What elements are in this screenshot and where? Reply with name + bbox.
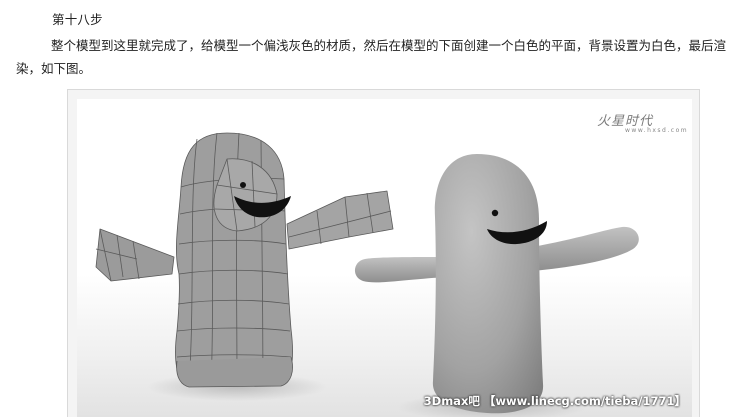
credit-watermark: 3Dmax吧 【www.linecg.com/tieba/1771】 (423, 394, 686, 408)
step-title: 第十八步 (52, 12, 103, 27)
wireframe-character (95, 132, 394, 388)
article-paragraph: 整个模型到这里就完成了，给模型一个偏浅灰色的材质，然后在模型的下面创建一个白色的… (16, 38, 727, 76)
render-figure: 火星时代 www.hxsd.com 3Dmax吧 【www.linecg.com… (67, 89, 700, 417)
smooth-character (354, 154, 639, 414)
wire-eye-icon (240, 182, 246, 188)
render-illustration (95, 132, 639, 417)
render-image: 火星时代 www.hxsd.com 3Dmax吧 【www.linecg.com… (77, 99, 692, 417)
watermark-logo-sub: www.hxsd.com (625, 127, 689, 134)
smooth-eye-icon (491, 209, 499, 217)
